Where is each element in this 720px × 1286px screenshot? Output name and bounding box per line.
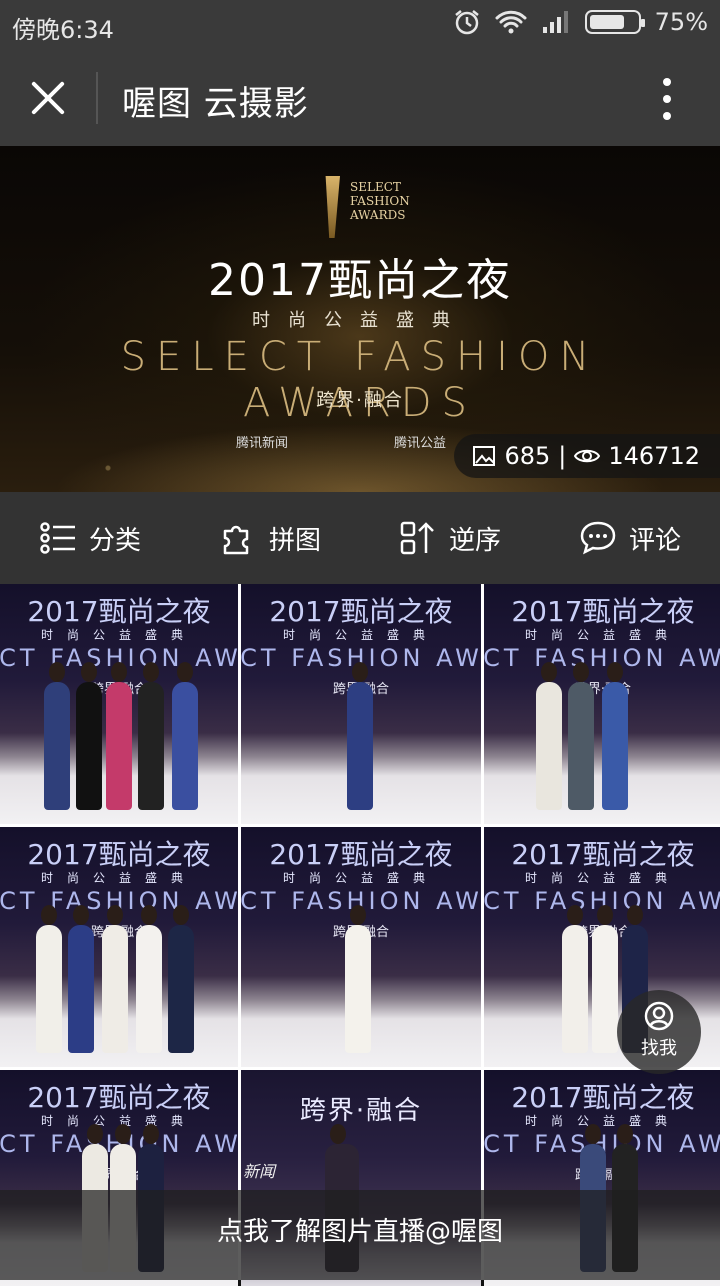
reverse-order-label: 逆序: [448, 525, 501, 556]
banner-title: 2017甄尚之夜: [208, 255, 512, 306]
person-figure: [44, 662, 70, 810]
person-search-icon: [644, 1001, 674, 1031]
album-cover-banner[interactable]: SELECT FASHION AWARDS 2017甄尚之夜 时尚公益盛典 SE…: [0, 146, 720, 492]
award-logo-text: SELECT FASHION AWARDS: [350, 180, 410, 222]
sponsor-text: 新闻: [243, 1162, 276, 1181]
find-me-button[interactable]: 找我: [617, 990, 701, 1074]
alarm-icon: [454, 10, 479, 35]
find-me-label: 找我: [641, 1038, 677, 1059]
person-figure: [345, 905, 371, 1053]
status-time: 傍晚6:34: [12, 16, 114, 44]
banner-tagline: 跨界·融合: [316, 390, 404, 411]
comment-label: 评论: [628, 525, 681, 556]
person-figure: [562, 905, 588, 1053]
more-dot-icon: [663, 78, 671, 86]
person-figure: [536, 662, 562, 810]
collage-button[interactable]: 拼图: [180, 492, 360, 584]
sort-icon: [400, 521, 434, 555]
live-photo-promo-banner[interactable]: 点我了解图片直播@喔图: [0, 1190, 720, 1280]
comment-button[interactable]: 评论: [540, 492, 720, 584]
photo-thumbnail[interactable]: 2017甄尚之夜 时尚公益盛典 ECT FASHION AWAR 跨界·融合: [0, 827, 238, 1067]
banner-subtitle: 时尚公益盛典: [252, 310, 468, 331]
photo-thumbnail[interactable]: 2017甄尚之夜 时尚公益盛典 ECT FASHION AWAR 跨界·融合: [241, 584, 481, 824]
reverse-order-button[interactable]: 逆序: [360, 492, 540, 584]
view-count: 146712: [608, 442, 700, 470]
battery-icon: [584, 10, 645, 34]
collage-label: 拼图: [268, 525, 321, 556]
wifi-icon: [495, 10, 527, 34]
photo-thumbnail[interactable]: 2017甄尚之夜 时尚公益盛典 ECT FASHION AWAR 跨界·融合: [484, 584, 720, 824]
person-figure: [347, 662, 373, 810]
divider: [96, 72, 98, 124]
status-icons: 75%: [453, 8, 708, 36]
puzzle-icon: [223, 525, 249, 555]
category-button[interactable]: 分类: [0, 492, 180, 584]
stats-separator: |: [558, 442, 567, 470]
app-bar: 喔图 云摄影: [0, 50, 720, 146]
banner-english-title: SELECT FASHION AWARDS: [120, 334, 600, 426]
sponsor-left: 腾讯新闻: [236, 436, 289, 451]
person-figure: [36, 905, 62, 1053]
toolbar: 分类 拼图 逆序 评论: [0, 492, 720, 584]
page-title: 喔图 云摄影: [122, 84, 309, 124]
close-icon[interactable]: [28, 78, 68, 118]
category-label: 分类: [88, 525, 141, 556]
album-stats: 685 | 146712: [454, 434, 720, 478]
photo-thumbnail[interactable]: 2017甄尚之夜 时尚公益盛典 ECT FASHION AWAR 跨界·融合: [0, 584, 238, 824]
list-icon: [40, 522, 75, 554]
award-logo-icon: [325, 176, 340, 238]
photo-thumbnail[interactable]: 2017甄尚之夜 时尚公益盛典 ECT FASHION AWAR 跨界·融合: [241, 827, 481, 1067]
comment-icon: [580, 521, 616, 555]
photo-icon: [473, 446, 496, 466]
sponsor-right-1: 腾讯公益: [394, 436, 447, 451]
eye-icon: [574, 449, 601, 463]
battery-percent: 75%: [654, 8, 708, 36]
photo-grid: 2017甄尚之夜 时尚公益盛典 ECT FASHION AWAR 跨界·融合 2…: [0, 584, 720, 1286]
signal-icon: [542, 11, 568, 33]
status-bar: 傍晚6:34 75%: [0, 0, 720, 50]
more-options-button[interactable]: [662, 78, 672, 120]
photo-count: 685: [504, 442, 551, 470]
battery-fill: [589, 15, 625, 29]
